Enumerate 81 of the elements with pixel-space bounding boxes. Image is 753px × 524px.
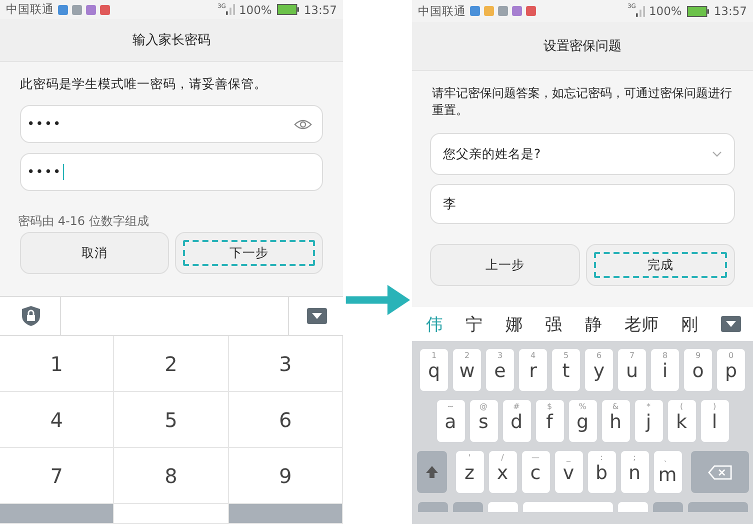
- screen-title: 输入家长密码: [132, 32, 210, 50]
- letter-key[interactable]: / x: [488, 451, 516, 493]
- digit-key[interactable]: 7: [0, 448, 114, 504]
- letter-key[interactable]: @ s: [470, 400, 498, 442]
- letter-key[interactable]: 3 e: [486, 349, 514, 391]
- shift-key[interactable]: [416, 451, 446, 493]
- letter-key[interactable]: 、 m: [654, 451, 682, 493]
- letter-key[interactable]: — c: [522, 451, 550, 493]
- digit-key[interactable]: 4: [0, 392, 114, 448]
- right-arrow-icon: [344, 283, 410, 317]
- letter-key[interactable]: : b: [588, 451, 616, 493]
- backspace-key[interactable]: [690, 451, 748, 493]
- eye-icon[interactable]: [294, 118, 312, 130]
- letter-key[interactable]: 7 u: [618, 349, 646, 391]
- shield-lock-icon[interactable]: [22, 306, 40, 326]
- backspace-icon: [708, 464, 732, 480]
- notification-icon: [58, 4, 68, 15]
- question-dropdown[interactable]: 您父亲的姓名是?: [430, 133, 735, 175]
- battery-percent: 100%: [648, 4, 682, 18]
- letter-key[interactable]: 5 t: [552, 349, 580, 391]
- digit-key[interactable]: 6: [228, 392, 343, 448]
- letter-key[interactable]: * j: [634, 400, 662, 442]
- up-arrow-icon: [424, 465, 438, 479]
- keypad-key[interactable]: [114, 504, 229, 524]
- carrier-name: 中国联通: [418, 4, 466, 18]
- candidate-word[interactable]: 刚: [681, 312, 698, 336]
- digit-key[interactable]: 8: [114, 448, 229, 504]
- letter-key[interactable]: ~ a: [436, 400, 464, 442]
- letter-key[interactable]: 9 o: [684, 349, 712, 391]
- letter-key[interactable]: ; n: [620, 451, 648, 493]
- hide-keyboard-icon[interactable]: [720, 316, 741, 332]
- letter-key[interactable]: 0 p: [717, 349, 745, 391]
- screen-title: 设置密保问题: [544, 38, 622, 55]
- signal-icon: [226, 4, 235, 16]
- password-hint: 密码由 4-16 位数字组成: [18, 213, 150, 230]
- signal-icon: [636, 6, 645, 16]
- digit-key[interactable]: 1: [0, 336, 114, 392]
- letter-key[interactable]: % g: [568, 400, 596, 442]
- carrier-name: 中国联通: [6, 2, 54, 18]
- notification-icon: [72, 4, 82, 15]
- letter-key[interactable]: # d: [502, 400, 530, 442]
- letter-key[interactable]: 1 q: [420, 349, 448, 391]
- digit-key[interactable]: 9: [228, 448, 343, 504]
- chevron-down-icon: [712, 151, 722, 157]
- action-button[interactable]: 完成: [586, 244, 735, 286]
- hide-keyboard-icon[interactable]: [307, 308, 327, 324]
- keypad-key[interactable]: [228, 504, 343, 524]
- candidate-word[interactable]: 娜: [505, 312, 522, 336]
- action-button[interactable]: 取消: [20, 232, 168, 274]
- candidate-word[interactable]: 宁: [466, 312, 483, 336]
- letter-key[interactable]: ( k: [668, 400, 696, 442]
- clock-time: 13:57: [714, 4, 747, 18]
- description-text: 此密码是学生模式唯一密码，请妥善保管。: [20, 76, 268, 93]
- candidate-word[interactable]: 老师: [624, 312, 659, 336]
- description-text: 请牢记密保问题答案，如忘记密码，可通过密保问题进行重置。: [432, 85, 733, 119]
- action-button[interactable]: 上一步: [430, 244, 580, 286]
- letter-key[interactable]: & h: [602, 400, 630, 442]
- clock-time: 13:57: [304, 2, 337, 17]
- keypad-key[interactable]: [0, 504, 114, 524]
- digit-key[interactable]: 2: [114, 336, 229, 392]
- digit-key[interactable]: 3: [228, 336, 343, 392]
- battery-icon: [686, 6, 710, 16]
- letter-key[interactable]: ) l: [700, 400, 728, 442]
- letter-key[interactable]: 6 y: [585, 349, 613, 391]
- battery-icon: [276, 4, 300, 16]
- letter-key[interactable]: 2 w: [453, 349, 481, 391]
- candidate-word[interactable]: 静: [584, 312, 602, 336]
- notification-icon: [100, 4, 110, 15]
- battery-percent: 100%: [238, 2, 272, 17]
- letter-key[interactable]: 8 i: [651, 349, 679, 391]
- password-field[interactable]: ••••: [20, 105, 323, 143]
- answer-field[interactable]: 李: [430, 184, 735, 224]
- action-button[interactable]: 下一步: [174, 232, 323, 274]
- candidate-word[interactable]: 强: [545, 312, 562, 336]
- notification-icon: [86, 4, 96, 15]
- letter-key[interactable]: _ v: [554, 451, 582, 493]
- letter-key[interactable]: $ f: [536, 400, 564, 442]
- letter-key[interactable]: ' z: [456, 451, 484, 493]
- letter-key[interactable]: 4 r: [519, 349, 547, 391]
- digit-key[interactable]: 5: [114, 392, 229, 448]
- password-field[interactable]: ••••: [20, 153, 323, 191]
